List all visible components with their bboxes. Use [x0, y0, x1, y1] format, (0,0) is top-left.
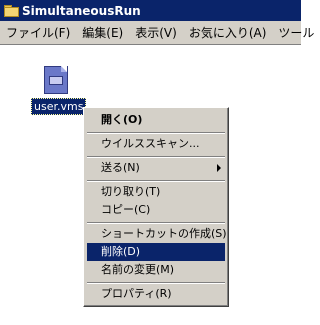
context-menu-properties[interactable]: プロパティ(R) — [87, 285, 225, 303]
menu-separator — [87, 132, 225, 134]
menu-edit[interactable]: 編集(E) — [76, 23, 129, 43]
vms-file-icon[interactable] — [44, 66, 70, 94]
context-menu-delete[interactable]: 削除(D) — [87, 243, 225, 261]
menu-bar: ファイル(F) 編集(E) 表示(V) お気に入り(A) ツール — [0, 21, 314, 45]
context-menu-copy[interactable]: コピー(C) — [87, 201, 225, 219]
context-menu-send-to-label: 送る(N) — [101, 161, 140, 174]
folder-icon — [4, 5, 19, 17]
context-menu-cut[interactable]: 切り取り(T) — [87, 183, 225, 201]
file-name-label[interactable]: user.vms — [31, 98, 87, 115]
window-title: SimultaneousRun — [22, 3, 141, 18]
menu-tools[interactable]: ツール — [272, 23, 320, 43]
menu-view[interactable]: 表示(V) — [129, 23, 183, 43]
menu-favorites[interactable]: お気に入り(A) — [183, 23, 273, 43]
menu-separator — [87, 222, 225, 224]
title-bar[interactable]: SimultaneousRun — [0, 0, 301, 21]
explorer-window: SimultaneousRun ファイル(F) 編集(E) 表示(V) お気に入… — [0, 0, 314, 325]
context-menu-send-to[interactable]: 送る(N) — [87, 159, 225, 177]
context-menu-virus-scan[interactable]: ウイルススキャン... — [87, 135, 225, 153]
menu-separator — [87, 156, 225, 158]
context-menu-rename[interactable]: 名前の変更(M) — [87, 261, 225, 279]
menu-file[interactable]: ファイル(F) — [0, 23, 76, 43]
menu-separator — [87, 282, 225, 284]
menu-separator — [87, 180, 225, 182]
submenu-arrow-icon — [217, 164, 221, 172]
context-menu-create-shortcut[interactable]: ショートカットの作成(S) — [87, 225, 227, 243]
context-menu-open[interactable]: 開く(O) — [87, 111, 225, 129]
context-menu: 開く(O) ウイルススキャン... 送る(N) 切り取り(T) コピー(C) シ… — [83, 107, 229, 307]
